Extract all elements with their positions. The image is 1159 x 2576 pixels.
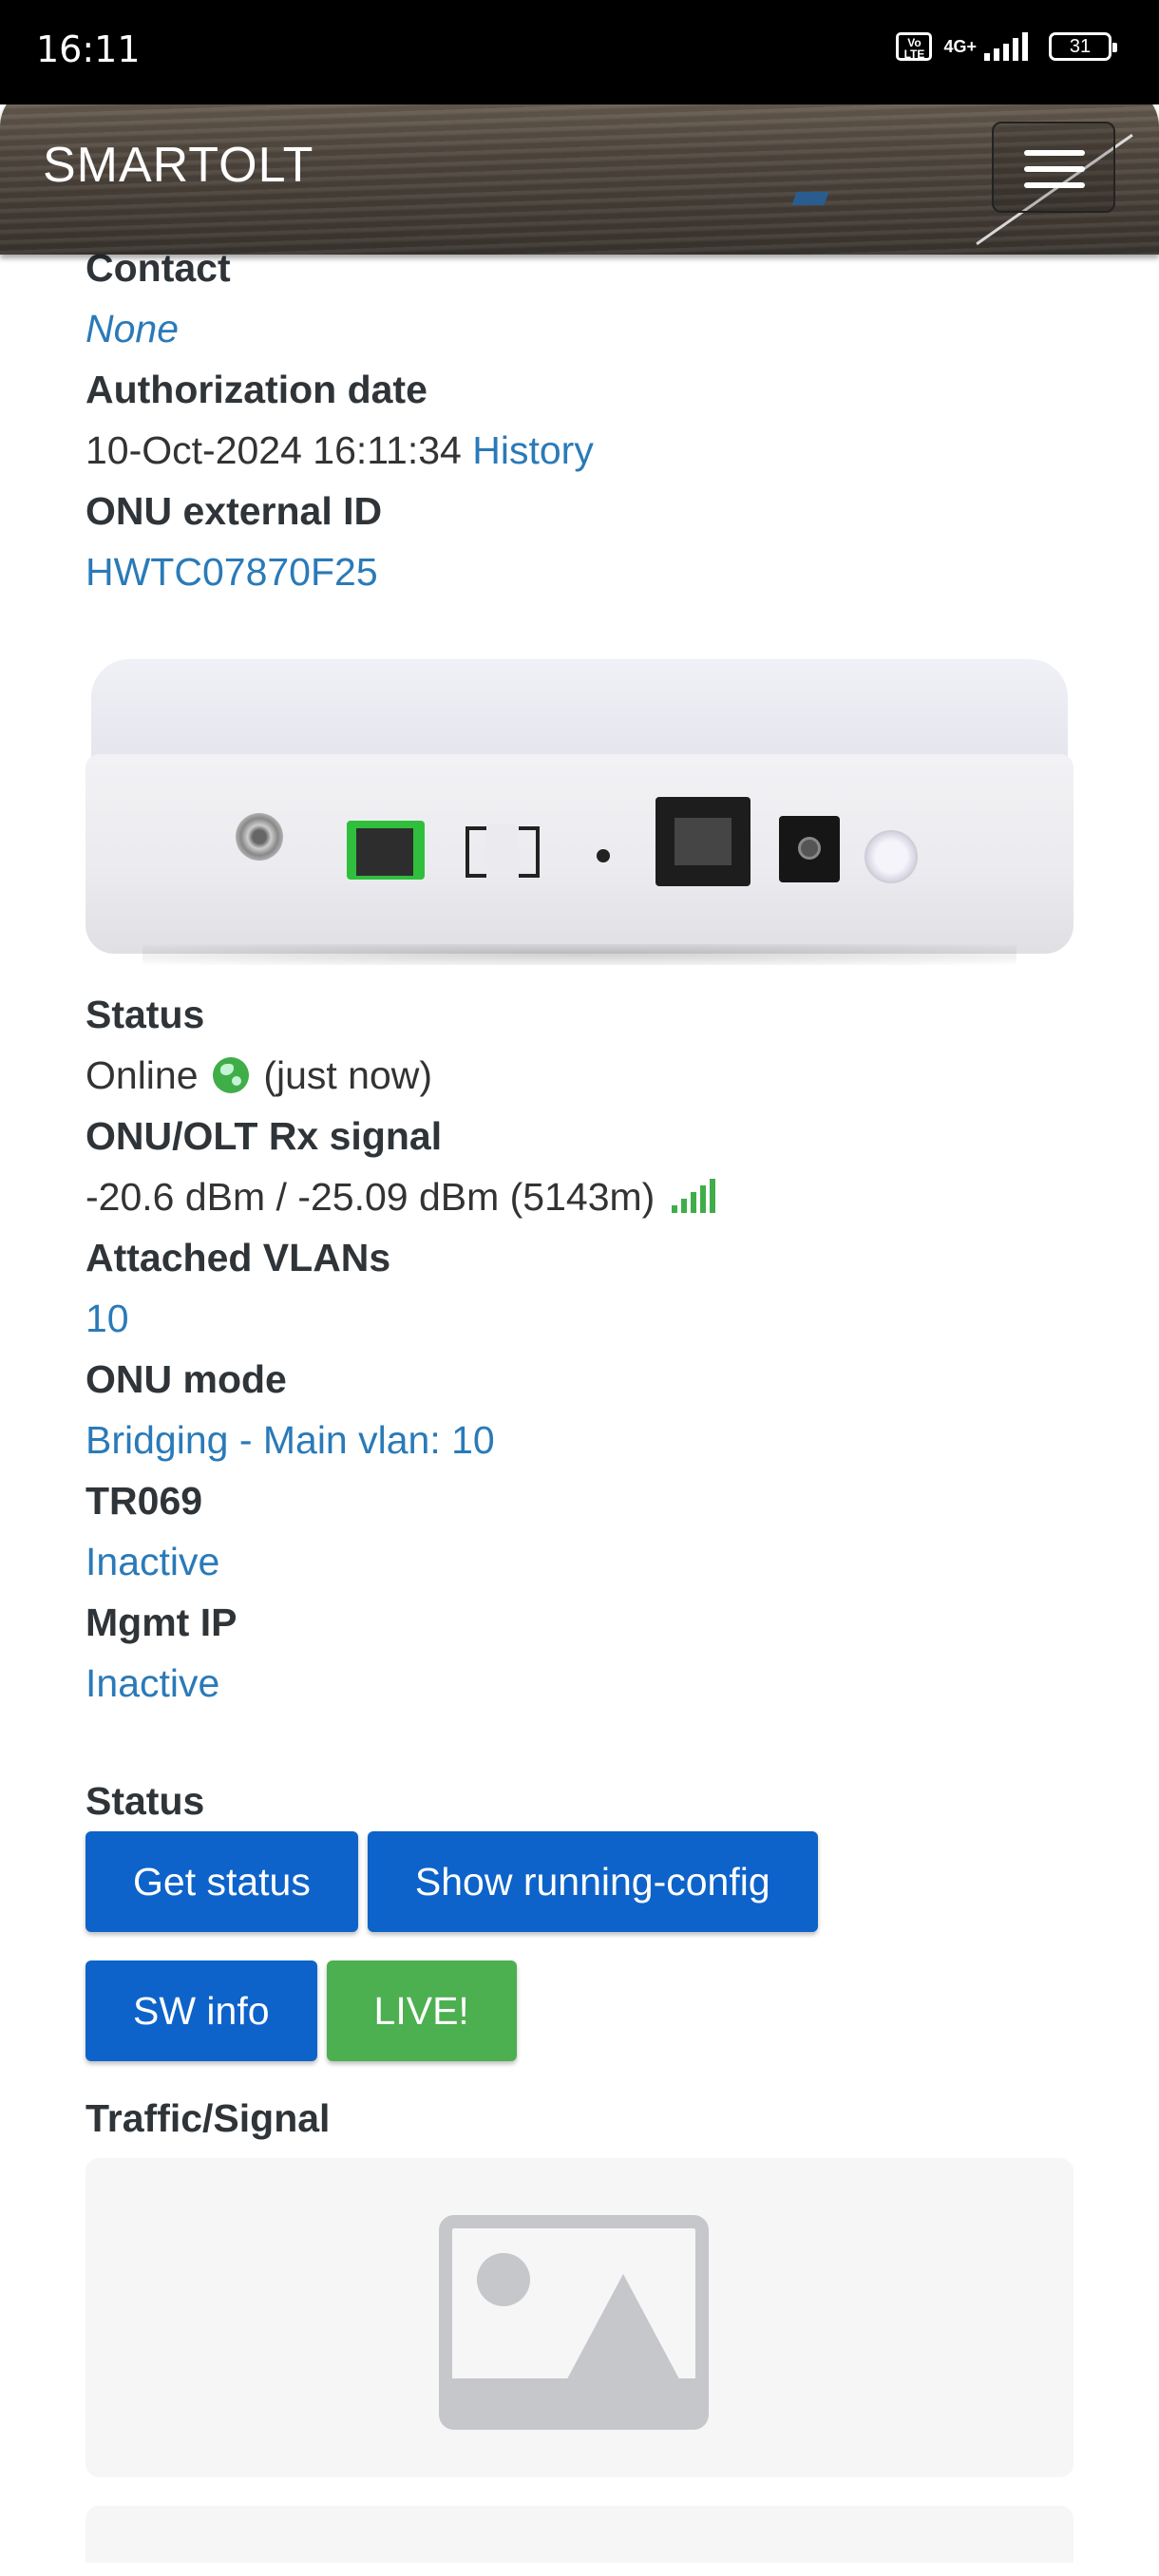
placeholder-ground — [452, 2378, 695, 2416]
clock: 16:11 — [36, 28, 141, 70]
globe-icon — [212, 1057, 249, 1093]
coax-port — [236, 813, 283, 861]
authorization-date-row: 10-Oct-2024 16:11:34 History — [86, 420, 1074, 481]
tr069-label: TR069 — [86, 1479, 203, 1523]
signal-graph-placeholder[interactable] — [86, 2506, 1074, 2563]
sw-info-button[interactable]: SW info — [86, 1960, 317, 2061]
live-button[interactable]: LIVE! — [326, 1960, 517, 2061]
traffic-signal-label: Traffic/Signal — [86, 2096, 331, 2140]
status-value: Online — [86, 1053, 199, 1097]
mgmt-ip-link[interactable]: Inactive — [86, 1653, 1074, 1714]
action-buttons-row-2: SW info LIVE! — [86, 1960, 1074, 2061]
onu-device-image — [86, 659, 1074, 973]
signal-bars-icon — [671, 1179, 715, 1213]
onu-mode-label: ONU mode — [86, 1357, 287, 1401]
status-time: (just now) — [263, 1053, 433, 1097]
cell-signal-icon — [984, 32, 1028, 61]
onu-mode-link[interactable]: Bridging - Main vlan: 10 — [86, 1410, 1074, 1470]
get-status-button[interactable]: Get status — [86, 1831, 358, 1932]
ethernet-port — [656, 797, 750, 886]
volte-icon: Vo LTE — [896, 32, 933, 61]
contact-value-link[interactable]: None — [86, 298, 1074, 359]
battery-icon: 31 — [1049, 32, 1117, 61]
signal-label: ONU/OLT Rx signal — [86, 1114, 443, 1158]
navbar-decoration — [791, 192, 829, 205]
mgmt-ip-label: Mgmt IP — [86, 1601, 238, 1644]
traffic-graph-placeholder[interactable] — [86, 2158, 1074, 2477]
action-buttons-row-1: Get status Show running-config — [86, 1831, 1074, 1932]
image-placeholder-icon — [439, 2215, 709, 2430]
vlans-link[interactable]: 10 — [86, 1288, 1074, 1349]
hamburger-menu-icon[interactable] — [992, 122, 1115, 213]
show-running-config-button[interactable]: Show running-config — [367, 1831, 818, 1932]
status-row: Online (just now) — [86, 1045, 1074, 1106]
network-type: 4G+ — [943, 36, 977, 56]
power-jack — [779, 816, 840, 882]
optical-port — [466, 824, 540, 878]
authorization-date-label: Authorization date — [86, 368, 428, 411]
traffic-section: Traffic/Signal — [86, 2088, 1074, 2563]
signal-value: -20.6 dBm / -25.09 dBm (5143m) — [86, 1175, 656, 1219]
app-navbar: SMARTOLT — [0, 84, 1159, 255]
authorization-date-value: 10-Oct-2024 16:11:34 — [86, 428, 462, 472]
vlans-label: Attached VLANs — [86, 1236, 391, 1279]
brand-logo[interactable]: SMARTOLT — [43, 137, 314, 194]
external-id-label: ONU external ID — [86, 489, 383, 533]
status-icons: Vo LTE 4G+ 31 — [896, 32, 1117, 61]
history-link[interactable]: History — [472, 428, 594, 472]
onu-details: Contact None Authorization date 10-Oct-2… — [86, 237, 1074, 2563]
external-id-link[interactable]: HWTC07870F25 — [86, 541, 1074, 602]
actions-section: Status Get status Show running-config SW… — [86, 1771, 1074, 2061]
state-section: Status Online (just now) ONU/OLT Rx sign… — [86, 984, 1074, 1714]
placeholder-sun — [477, 2253, 530, 2306]
reset-hole — [597, 849, 610, 862]
signal-row: -20.6 dBm / -25.09 dBm (5143m) — [86, 1166, 1074, 1227]
status-label: Status — [86, 993, 205, 1036]
device-front-panel — [86, 754, 1074, 954]
power-button — [864, 830, 918, 883]
tr069-link[interactable]: Inactive — [86, 1531, 1074, 1592]
device-shadow — [142, 944, 1016, 965]
fiber-port — [347, 821, 425, 880]
system-status-bar: 16:11 Vo LTE 4G+ 31 — [0, 0, 1159, 104]
actions-status-label: Status — [86, 1779, 205, 1823]
